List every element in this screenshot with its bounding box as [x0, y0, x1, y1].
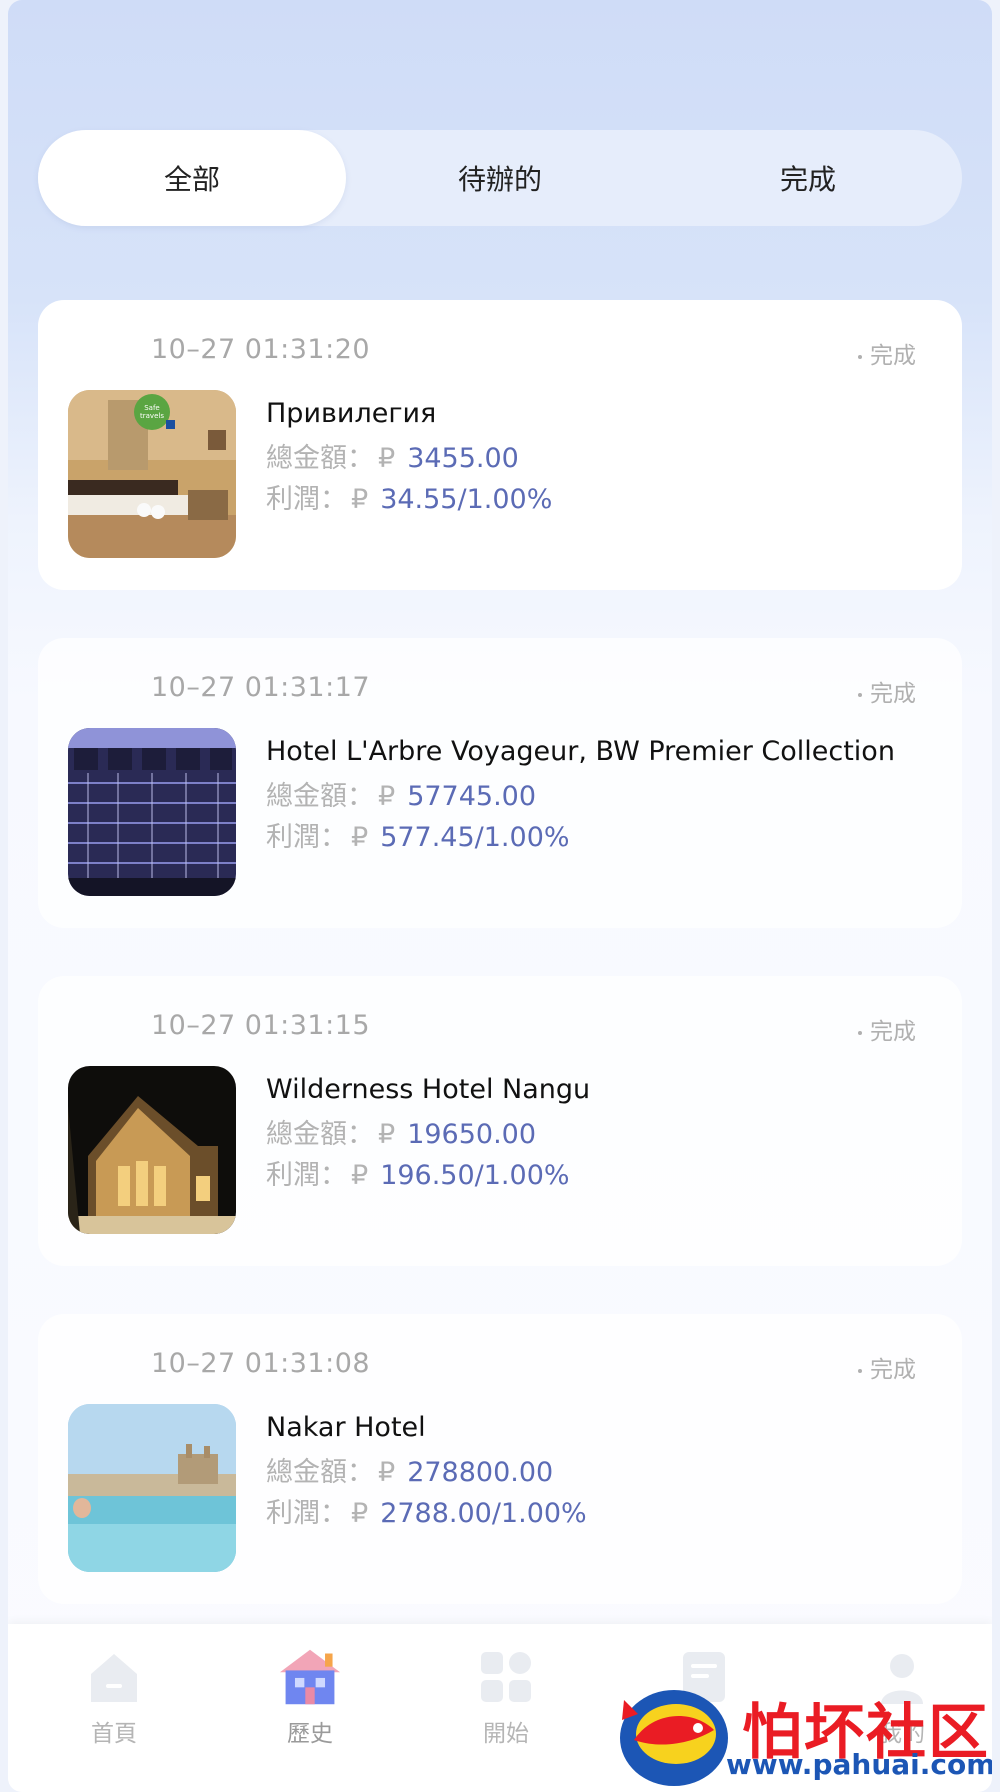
order-profit: 利潤： ₽577.45/1.00%: [266, 822, 570, 853]
order-card[interactable]: 10–27 01:31:08 完成 Nakar Hotel 總金額： ₽27880…: [38, 1314, 962, 1604]
status-tabs: 全部 待辦的 完成: [38, 130, 962, 226]
grid-icon: [481, 1652, 531, 1702]
nav-home[interactable]: 首頁: [54, 1646, 174, 1756]
hotel-thumbnail: [68, 728, 236, 896]
order-profit: 利潤： ₽34.55/1.00%: [266, 484, 553, 515]
order-status: 完成: [858, 674, 916, 708]
app-screen: 全部 待辦的 完成 10–27 01:31:20 完成 Safe travels: [8, 0, 992, 1792]
hotel-name: Hotel L'Arbre Voyageur, BW Premier Colle…: [266, 736, 895, 767]
order-status: 完成: [858, 1012, 916, 1046]
order-time: 10–27 01:31:15: [151, 1010, 371, 1041]
svg-text:travels: travels: [140, 412, 164, 420]
order-total: 總金額： ₽57745.00: [266, 781, 537, 812]
home-icon: [91, 1654, 137, 1702]
hotel-thumbnail: [68, 1404, 236, 1572]
order-profit: 利潤： ₽2788.00/1.00%: [266, 1498, 587, 1529]
order-status: 完成: [858, 1350, 916, 1384]
order-time: 10–27 01:31:20: [151, 334, 371, 365]
fish-logo-icon: [620, 1690, 728, 1786]
hotel-thumbnail: Safe travels: [68, 390, 236, 558]
watermark: 怕坏社区 www.pahuai.com: [614, 1680, 992, 1792]
tab-pending[interactable]: 待辦的: [346, 130, 654, 226]
order-card[interactable]: 10–27 01:31:15 完成 Wilderness Hotel Nangu…: [38, 976, 962, 1266]
order-total: 總金額： ₽3455.00: [266, 443, 519, 474]
nav-history[interactable]: 歷史: [250, 1646, 370, 1756]
house-colored-icon: [279, 1649, 341, 1705]
order-status: 完成: [858, 336, 916, 370]
order-time: 10–27 01:31:17: [151, 672, 371, 703]
order-time: 10–27 01:31:08: [151, 1348, 371, 1379]
hotel-thumbnail: [68, 1066, 236, 1234]
order-profit: 利潤： ₽196.50/1.00%: [266, 1160, 570, 1191]
hotel-name: Nakar Hotel: [266, 1412, 426, 1443]
order-card[interactable]: 10–27 01:31:17 完成 Hotel L'Arbre Voyageur…: [38, 638, 962, 928]
order-total: 總金額： ₽19650.00: [266, 1119, 537, 1150]
tab-completed[interactable]: 完成: [654, 130, 962, 226]
svg-text:Safe: Safe: [144, 404, 160, 412]
hotel-name: Привилегия: [266, 398, 437, 429]
hotel-name: Wilderness Hotel Nangu: [266, 1074, 591, 1105]
order-card[interactable]: 10–27 01:31:20 完成 Safe travels Привилеги…: [38, 300, 962, 590]
nav-start[interactable]: 開始: [446, 1646, 566, 1756]
tab-all[interactable]: 全部: [38, 130, 346, 226]
order-total: 總金額： ₽278800.00: [266, 1457, 554, 1488]
